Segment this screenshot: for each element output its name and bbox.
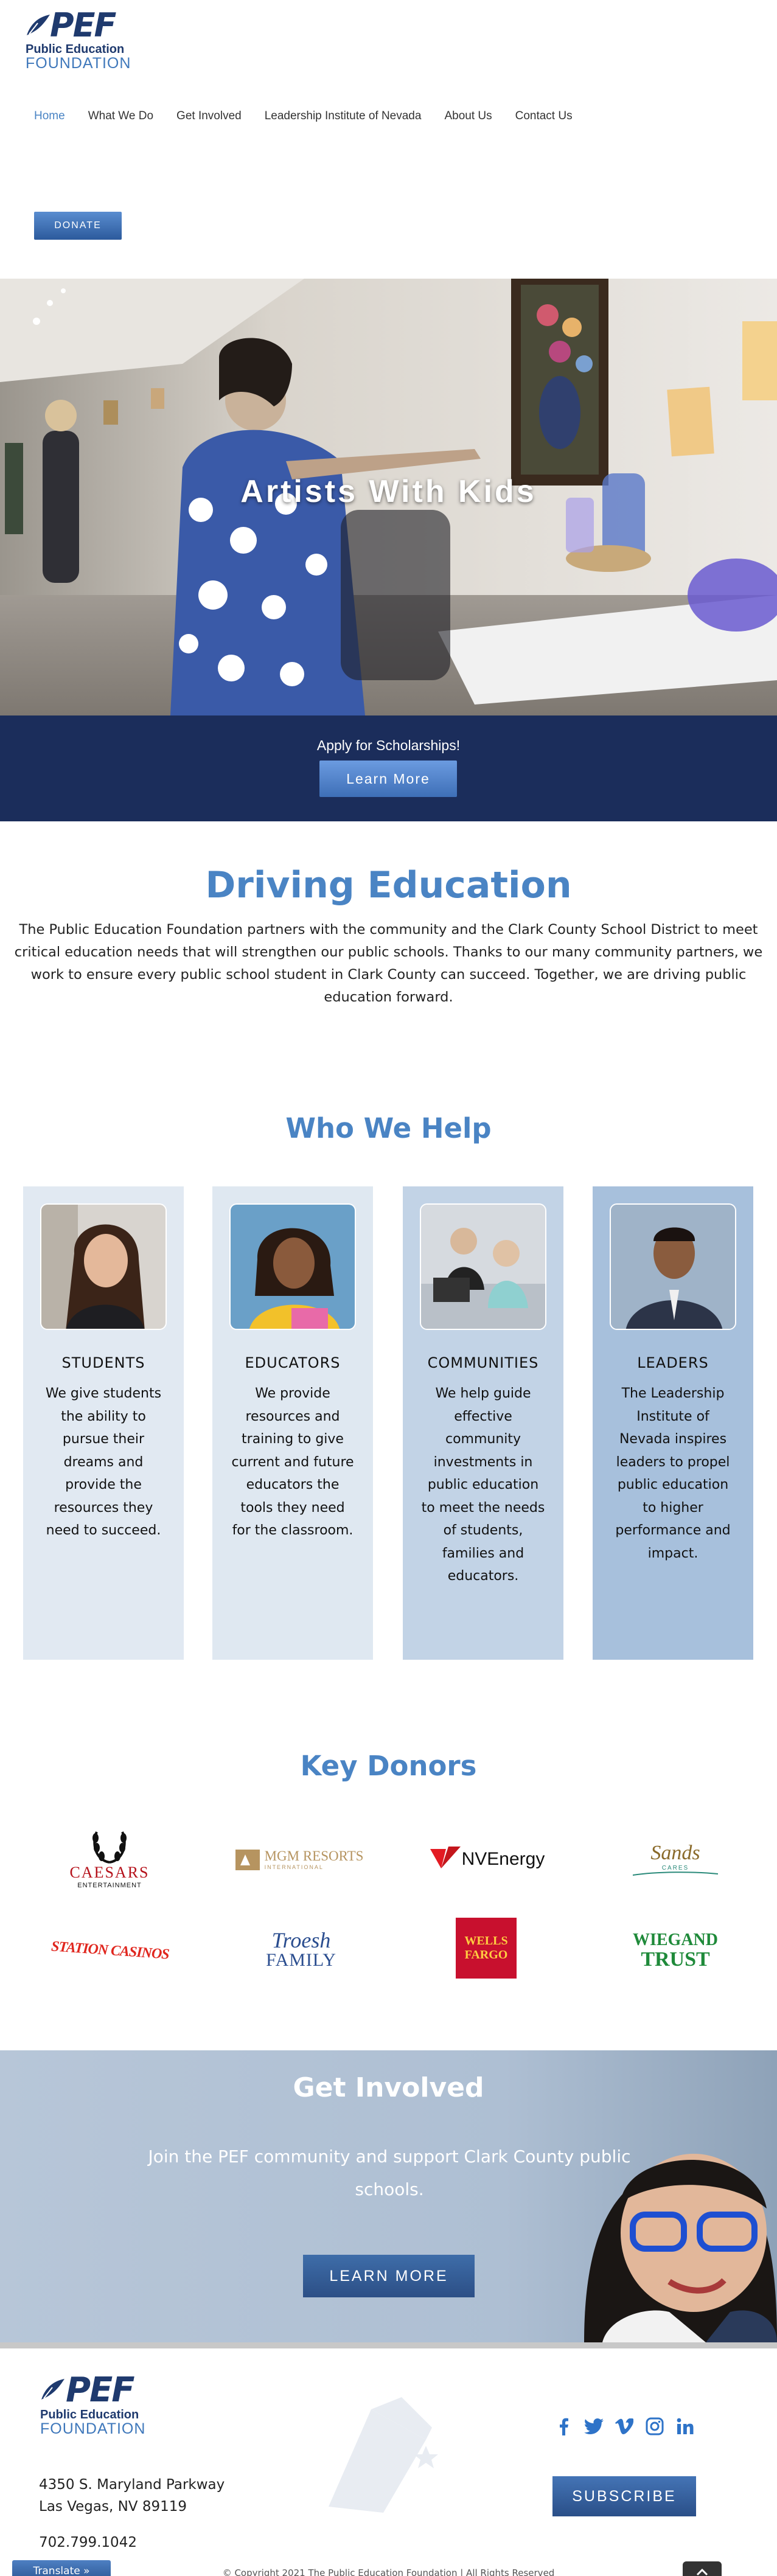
educators-photo — [229, 1203, 356, 1330]
card-students[interactable]: STUDENTS We give students the ability to… — [23, 1186, 184, 1660]
card-students-text: We give students the ability to pursue t… — [45, 1386, 162, 1538]
sands-sub-text: CARES — [661, 1864, 689, 1871]
card-communities[interactable]: COMMUNITIES We help guide effective comm… — [403, 1186, 563, 1660]
nav-home[interactable]: Home — [34, 110, 65, 123]
main-nav: Home What We Do Get Involved Leadership … — [34, 110, 596, 123]
hero-slide-title: Artists With Kids — [240, 474, 537, 509]
wiegand-text: WIEGAND — [632, 1930, 718, 1949]
card-leaders-text: The Leadership Institute of Nevada inspi… — [615, 1386, 731, 1561]
key-donors-title: Key Donors — [300, 1750, 477, 1782]
card-educators[interactable]: EDUCATORS We provide resources and train… — [212, 1186, 373, 1660]
who-we-help-title: Who We Help — [285, 1112, 492, 1144]
scholarship-banner: Apply for Scholarships! Learn More — [0, 715, 777, 821]
communities-photo — [420, 1203, 546, 1330]
get-involved-text: Join the PEF community and support Clark… — [148, 2146, 631, 2199]
sands-text: Sands — [650, 1841, 700, 1864]
footer-logo-line2: FOUNDATION — [40, 2420, 146, 2437]
driving-education-text: The Public Education Foundation partners… — [14, 922, 763, 1005]
facebook-icon[interactable] — [554, 2417, 573, 2436]
mgm-text: MGM RESORTS — [264, 1848, 364, 1864]
get-involved-title: Get Involved — [293, 2072, 484, 2103]
apply-scholarships-text: Apply for Scholarships! — [316, 737, 461, 753]
instagram-icon[interactable] — [645, 2417, 664, 2436]
donor-caesars-logo[interactable]: CAESARS ENTERTAINMENT — [55, 1823, 164, 1896]
donor-sands-logo[interactable]: Sands CARES — [627, 1831, 724, 1886]
chevron-up-icon — [696, 2568, 708, 2576]
footer-address: 4350 S. Maryland Parkway Las Vegas, NV 8… — [39, 2474, 225, 2518]
nv-energy-check-icon — [430, 1847, 461, 1868]
pen-nib-icon — [27, 15, 50, 35]
scroll-to-top-button[interactable] — [683, 2561, 722, 2576]
footer-logo-pef-text: PEF — [66, 2370, 135, 2410]
donate-button[interactable]: DONATE — [34, 212, 122, 240]
graduation-cap-watermark-icon — [329, 2397, 438, 2513]
linkedin-icon[interactable] — [675, 2417, 695, 2436]
nav-leadership-institute[interactable]: Leadership Institute of Nevada — [265, 110, 422, 123]
troesh-text: Troesh — [271, 1928, 331, 1952]
mgm-lion-icon — [235, 1850, 260, 1870]
donor-wiegand-trust-logo[interactable]: WIEGAND TRUST — [627, 1926, 724, 1975]
fargo-text: FARGO — [464, 1948, 508, 1962]
nav-what-we-do[interactable]: What We Do — [88, 110, 153, 123]
card-students-title: STUDENTS — [61, 1354, 145, 1371]
card-communities-text: We help guide effective community invest… — [421, 1386, 545, 1584]
troesh-family-text: FAMILY — [266, 1950, 336, 1970]
laurel-icon — [92, 1831, 127, 1864]
nav-about-us[interactable]: About Us — [444, 110, 492, 123]
donor-nvenergy-logo[interactable]: NVEnergy — [417, 1841, 557, 1878]
wells-text: WELLS — [464, 1934, 508, 1948]
address-line1: 4350 S. Maryland Parkway — [39, 2477, 225, 2493]
station-casinos-text: STATION CASINOS — [51, 1938, 170, 1963]
donor-wells-fargo-logo[interactable]: WELLS FARGO — [456, 1918, 517, 1979]
logo-line2: FOUNDATION — [26, 55, 131, 72]
learn-more-button[interactable]: Learn More — [319, 761, 457, 797]
copyright-text: © Copyright 2021 The Public Education Fo… — [222, 2567, 555, 2576]
nav-get-involved[interactable]: Get Involved — [176, 110, 242, 123]
donor-station-casinos-logo[interactable]: STATION CASINOS — [40, 1932, 180, 1969]
vimeo-icon[interactable] — [615, 2417, 634, 2436]
social-links — [554, 2417, 695, 2436]
trust-text: TRUST — [641, 1948, 710, 1971]
leaders-photo — [610, 1203, 736, 1330]
subscribe-button[interactable]: SUBSCRIBE — [552, 2476, 696, 2516]
get-involved-learn-more-button[interactable]: LEARN MORE — [303, 2255, 475, 2297]
mgm-sub-text: INTERNATIONAL — [264, 1864, 324, 1870]
logo-pef-text: PEF — [50, 6, 116, 44]
site-footer: PEF Public Education FOUNDATION 4350 S. … — [0, 2342, 777, 2576]
hero-slider[interactable]: Artists With Kids — [0, 279, 777, 715]
card-educators-text: We provide resources and training to giv… — [231, 1386, 354, 1538]
sands-swoosh-icon — [633, 1871, 718, 1876]
card-leaders[interactable]: LEADERS The Leadership Institute of Neva… — [593, 1186, 753, 1660]
card-communities-title: COMMUNITIES — [427, 1354, 539, 1371]
site-header: PEF Public Education FOUNDATION Home Wha… — [0, 0, 777, 280]
caesars-sub-text: ENTERTAINMENT — [77, 1882, 142, 1889]
caesars-text: CAESARS — [69, 1864, 150, 1881]
card-educators-title: EDUCATORS — [245, 1354, 341, 1371]
pef-logo[interactable]: PEF Public Education FOUNDATION — [23, 6, 139, 72]
students-photo — [40, 1203, 167, 1330]
translate-button[interactable]: Translate » — [12, 2560, 111, 2576]
pen-nib-icon — [41, 2379, 64, 2400]
twitter-icon[interactable] — [584, 2417, 604, 2436]
nav-contact-us[interactable]: Contact Us — [515, 110, 573, 123]
card-leaders-title: LEADERS — [637, 1354, 709, 1371]
get-involved-section: Get Involved Join the PEF community and … — [0, 2050, 777, 2342]
footer-pef-logo[interactable]: PEF Public Education FOUNDATION — [38, 2370, 159, 2437]
nvenergy-text: NVEnergy — [461, 1849, 545, 1869]
donor-mgm-logo[interactable]: MGM RESORTS INTERNATIONAL — [229, 1841, 369, 1878]
address-line2: Las Vegas, NV 89119 — [39, 2499, 187, 2515]
driving-education-title: Driving Education — [205, 864, 572, 907]
donor-troesh-logo[interactable]: Troesh FAMILY — [249, 1923, 353, 1977]
footer-phone[interactable]: 702.799.1042 — [39, 2535, 137, 2550]
